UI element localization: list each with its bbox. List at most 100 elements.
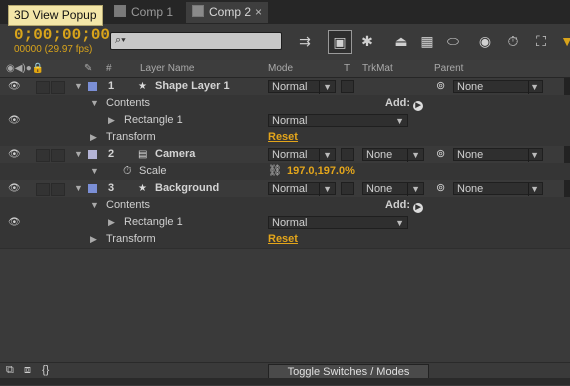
lock-switch[interactable] bbox=[51, 81, 65, 94]
rectangle-label: Rectangle 1 bbox=[124, 114, 183, 126]
shape-layer-icon: ★ bbox=[138, 81, 147, 92]
transfer-controls-icon[interactable]: ⧈ bbox=[24, 364, 31, 377]
close-icon[interactable]: × bbox=[255, 5, 262, 19]
mode-dropdown[interactable]: Normal ▼ bbox=[268, 182, 336, 196]
layer-name[interactable]: Camera bbox=[155, 146, 195, 163]
expand-triangle-icon[interactable]: ▼ bbox=[74, 180, 83, 197]
expand-triangle-icon[interactable]: ▼ bbox=[90, 163, 99, 180]
pickwhip-icon[interactable]: ⊚ bbox=[436, 180, 445, 197]
layer-name[interactable]: Background bbox=[155, 180, 219, 197]
collapse-triangle-icon[interactable]: ▶ bbox=[90, 129, 97, 146]
hide-shy-layers-icon[interactable]: ✱ bbox=[356, 30, 378, 52]
transform-label: Transform bbox=[106, 233, 156, 245]
parent-dropdown[interactable]: None ▼ bbox=[453, 182, 543, 196]
reset-link[interactable]: Reset bbox=[268, 231, 298, 248]
comp-mini-flowchart-icon[interactable]: ⇉ bbox=[294, 30, 316, 52]
property-group-row[interactable]: ▶ Transform Reset bbox=[0, 231, 570, 249]
layer-row[interactable]: 👁 ▼ 1 ★ Shape Layer 1 Normal ▼ ⊚ None ▼ bbox=[0, 78, 570, 96]
eye-icon[interactable]: 👁 bbox=[8, 146, 21, 163]
preserve-transparency-checkbox[interactable] bbox=[341, 80, 354, 93]
solo-switch[interactable] bbox=[36, 81, 50, 94]
live-update-icon[interactable]: ⛶ bbox=[530, 30, 552, 52]
column-header: ◉◀)●🔒 ✎ # Layer Name Mode T TrkMat Paren… bbox=[0, 60, 570, 78]
eye-icon[interactable]: 👁 bbox=[8, 112, 21, 129]
right-edge bbox=[564, 180, 570, 197]
tab-label: Comp 1 bbox=[131, 5, 174, 19]
rectangle-label: Rectangle 1 bbox=[124, 216, 183, 228]
lock-switch[interactable] bbox=[51, 183, 65, 196]
right-edge bbox=[564, 146, 570, 163]
collapse-triangle-icon[interactable]: ▶ bbox=[90, 231, 97, 248]
blend-mode-dropdown[interactable]: Normal ▼ bbox=[268, 216, 408, 229]
pickwhip-icon[interactable]: ⊚ bbox=[436, 78, 445, 95]
expand-triangle-icon[interactable]: ▼ bbox=[74, 146, 83, 163]
lock-switch[interactable] bbox=[51, 149, 65, 162]
layer-name[interactable]: Shape Layer 1 bbox=[155, 78, 230, 95]
contents-label: Contents bbox=[106, 97, 151, 109]
reset-link[interactable]: Reset bbox=[268, 129, 298, 146]
parent-dropdown[interactable]: None ▼ bbox=[453, 80, 543, 94]
tab-comp-2[interactable]: Comp 2 × bbox=[186, 2, 269, 23]
brainstorm-icon[interactable]: ⬭ bbox=[442, 30, 464, 52]
expand-triangle-icon[interactable]: ▼ bbox=[90, 95, 99, 112]
eye-icon[interactable]: 👁 bbox=[8, 214, 21, 231]
layer-switches-icon[interactable]: ⧉ bbox=[6, 364, 14, 377]
preserve-transparency-checkbox[interactable] bbox=[341, 148, 354, 161]
search-icon: ⌕▾ bbox=[115, 34, 126, 46]
mode-dropdown[interactable]: Normal ▼ bbox=[268, 148, 336, 162]
label-color[interactable] bbox=[88, 150, 97, 159]
eye-icon[interactable]: 👁 bbox=[8, 78, 21, 95]
parent-dropdown[interactable]: None ▼ bbox=[453, 148, 543, 162]
mode-dropdown[interactable]: Normal ▼ bbox=[268, 80, 336, 94]
right-edge bbox=[564, 78, 570, 95]
pickwhip-icon[interactable]: ⊚ bbox=[436, 146, 445, 163]
eye-icon[interactable]: 👁 bbox=[8, 180, 21, 197]
trkmat-dropdown[interactable]: None ▼ bbox=[362, 182, 424, 196]
add-menu[interactable]: Add: ▶ bbox=[385, 95, 424, 112]
shape-layer-icon: ★ bbox=[138, 183, 147, 194]
label-column-icon[interactable]: ✎ bbox=[84, 63, 92, 74]
layer-number: 1 bbox=[108, 80, 115, 92]
horizontal-scrollbar[interactable] bbox=[0, 378, 570, 385]
solo-switch[interactable] bbox=[36, 149, 50, 162]
solo-switch[interactable] bbox=[36, 183, 50, 196]
trkmat-dropdown[interactable]: None ▼ bbox=[362, 148, 424, 162]
tab-comp-1[interactable]: Comp 1 bbox=[108, 2, 179, 23]
scale-label: Scale bbox=[139, 165, 167, 177]
collapse-triangle-icon[interactable]: ▶ bbox=[108, 112, 115, 129]
label-color[interactable] bbox=[88, 82, 97, 91]
header-layer-name[interactable]: Layer Name bbox=[140, 63, 194, 74]
collapse-triangle-icon[interactable]: ▶ bbox=[108, 214, 115, 231]
property-row[interactable]: ▼ ⏱ Scale ⛓ 197.0,197.0% bbox=[0, 163, 570, 181]
motion-blur-icon[interactable]: ▦ bbox=[416, 30, 438, 52]
graph-editor-icon[interactable]: ◉ bbox=[474, 30, 496, 52]
add-menu[interactable]: Add: ▶ bbox=[385, 197, 424, 214]
time-indicator-icon[interactable]: ▼ bbox=[556, 30, 570, 52]
layer-number: 2 bbox=[108, 148, 115, 160]
expand-triangle-icon[interactable]: ▼ bbox=[90, 197, 99, 214]
expand-triangle-icon[interactable]: ▼ bbox=[74, 78, 83, 95]
property-group-row[interactable]: ▼ Contents Add: ▶ bbox=[0, 95, 570, 113]
property-group-row[interactable]: ▼ Contents Add: ▶ bbox=[0, 197, 570, 215]
property-group-row[interactable]: 👁 ▶ Rectangle 1 Normal ▼ bbox=[0, 214, 570, 232]
add-arrow-icon: ▶ bbox=[413, 203, 424, 213]
layer-row[interactable]: 👁 ▼ 3 ★ Background Normal ▼ None ▼ ⊚ None ▼ bbox=[0, 180, 570, 198]
timer-icon[interactable]: ⏱ bbox=[502, 30, 524, 52]
preserve-transparency-checkbox[interactable] bbox=[341, 182, 354, 195]
search-input[interactable]: ⌕▾ bbox=[110, 32, 282, 50]
draft-3d-icon[interactable]: ▣ bbox=[328, 30, 352, 54]
frame-rate-display: 00000 (29.97 fps) bbox=[14, 44, 93, 55]
in-out-icon[interactable]: {} bbox=[42, 364, 49, 376]
frame-blending-icon[interactable]: ⏏ bbox=[390, 30, 412, 52]
link-icon[interactable]: ⛓ bbox=[268, 163, 282, 180]
label-color[interactable] bbox=[88, 184, 97, 193]
layer-row[interactable]: 👁 ▼ 2 ▤ Camera Normal ▼ None ▼ ⊚ None ▼ bbox=[0, 146, 570, 164]
transform-label: Transform bbox=[106, 131, 156, 143]
property-group-row[interactable]: ▶ Transform Reset bbox=[0, 129, 570, 147]
stopwatch-icon[interactable]: ⏱ bbox=[123, 163, 132, 180]
av-features-icon[interactable]: ◉◀)●🔒 bbox=[6, 63, 44, 74]
scale-value[interactable]: 197.0,197.0% bbox=[287, 163, 355, 180]
blend-mode-dropdown[interactable]: Normal ▼ bbox=[268, 114, 408, 127]
current-time-display[interactable]: 0;00;00;00 bbox=[14, 26, 110, 44]
property-group-row[interactable]: 👁 ▶ Rectangle 1 Normal ▼ bbox=[0, 112, 570, 130]
